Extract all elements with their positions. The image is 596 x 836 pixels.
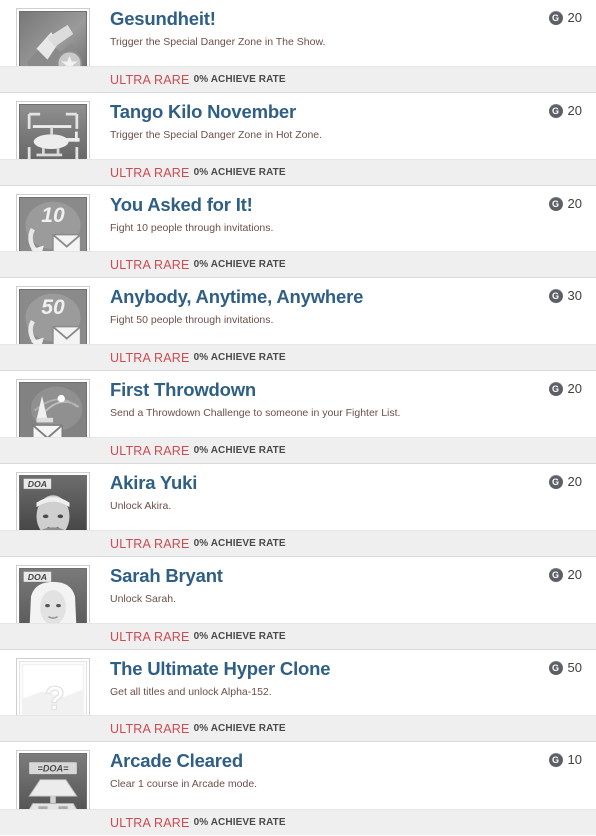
gamerscore-value: 20 [567,381,582,397]
achievement-title[interactable]: The Ultimate Hyper Clone [110,658,331,680]
gamerscore-value: 20 [567,102,582,118]
achievement-description: Trigger the Special Danger Zone in The S… [110,36,326,48]
achievement-description: Clear 1 course in Arcade mode. [110,778,258,791]
gamerscore: G 20 [548,566,582,582]
gamerscore: G 20 [548,102,582,118]
achievement-title[interactable]: Akira Yuki [110,472,197,494]
achievement-description: Send a Throwdown Challenge to someone in… [110,407,401,420]
achievement-row[interactable]: First Throwdown Send a Throwdown Challen… [0,371,596,464]
achievement-title[interactable]: Arcade Cleared [110,750,243,772]
svg-text:DOA: DOA [28,572,47,582]
gamerscore-g-icon: G [548,753,563,768]
rarity-band: ULTRA RARE 0% ACHIEVE RATE [0,809,596,836]
achievement-row[interactable]: DOA Sarah Bryant Unlock Sarah. G 20 ULTR… [0,556,596,650]
rarity-label: ULTRA RARE [110,165,190,180]
achieve-rate: 0% ACHIEVE RATE [193,444,286,456]
achievement-row[interactable]: =DOA= Arcade Cleared Clear 1 course in A… [0,742,596,836]
gamerscore-g-icon: G [548,382,563,397]
gamerscore-g-icon: G [548,660,563,675]
gamerscore-value: 50 [567,659,582,675]
achievement-description: Trigger the Special Danger Zone in Hot Z… [110,128,323,141]
rarity-label: ULTRA RARE [110,536,190,551]
gamerscore: G 20 [548,473,582,489]
gamerscore: G 30 [548,288,582,304]
rarity-band: ULTRA RARE 0% ACHIEVE RATE [0,715,596,742]
achievement-row[interactable]: Tango Kilo November Trigger the Special … [0,92,596,186]
achievement-title[interactable]: Tango Kilo November [110,101,296,123]
rarity-label: ULTRA RARE [110,722,190,737]
gamerscore-g-icon: G [548,289,563,304]
gamerscore: G 20 [548,10,582,25]
gamerscore-g-icon: G [548,11,563,25]
achievement-description: Unlock Sarah. [110,592,176,605]
rarity-band: ULTRA RARE 0% ACHIEVE RATE [0,65,596,92]
gamerscore-g-icon: G [548,474,563,489]
achievement-title[interactable]: Sarah Bryant [110,565,223,587]
rarity-band: ULTRA RARE 0% ACHIEVE RATE [0,158,596,185]
achievement-description: Fight 10 people through invitations. [110,221,274,234]
rarity-band: ULTRA RARE 0% ACHIEVE RATE [0,436,596,463]
gamerscore: G 20 [548,381,582,397]
rarity-label: ULTRA RARE [110,351,190,366]
achievement-title[interactable]: First Throwdown [110,379,256,401]
achievement-row[interactable]: DOA Akira Yuki Unlock Akira. G 20 ULTRA … [0,463,596,557]
rarity-band: ULTRA RARE 0% ACHIEVE RATE [0,344,596,371]
rarity-band: ULTRA RARE 0% ACHIEVE RATE [0,251,596,278]
rarity-band: ULTRA RARE 0% ACHIEVE RATE [0,529,596,556]
achievement-description: Fight 50 people through invitations. [110,314,274,327]
gamerscore-g-icon: G [548,103,563,118]
svg-text:?: ? [45,679,65,716]
achieve-rate: 0% ACHIEVE RATE [193,630,286,642]
achievement-row[interactable]: Gesundheit! Trigger the Special Danger Z… [0,0,596,93]
gamerscore: G 10 [548,752,582,768]
rarity-label: ULTRA RARE [110,816,190,831]
gamerscore-g-icon: G [548,567,563,582]
achievement-description: Unlock Akira. [110,499,172,512]
gamerscore: G 20 [548,195,582,211]
achievement-description: Get all titles and unlock Alpha-152. [110,685,272,698]
svg-text:DOA: DOA [28,479,47,489]
achievement-row[interactable]: ? The Ultimate Hyper Clone Get all title… [0,649,596,743]
achieve-rate: 0% ACHIEVE RATE [193,259,286,271]
gamerscore: G 50 [548,659,582,675]
achievement-title[interactable]: You Asked for It! [110,194,253,216]
rarity-band: ULTRA RARE 0% ACHIEVE RATE [0,622,596,649]
achieve-rate: 0% ACHIEVE RATE [193,537,286,549]
rarity-label: ULTRA RARE [110,72,190,87]
achieve-rate: 0% ACHIEVE RATE [193,723,286,735]
achievement-row[interactable]: 50 Anybody, Anytime, Anywhere Fight 50 p… [0,278,596,372]
achieve-rate: 0% ACHIEVE RATE [193,166,286,178]
gamerscore-value: 10 [567,752,582,768]
gamerscore-value: 20 [567,566,582,582]
rarity-label: ULTRA RARE [110,258,190,273]
gamerscore-value: 20 [567,10,582,25]
achievement-row[interactable]: 10 You Asked for It! Fight 10 people thr… [0,185,596,279]
gamerscore-g-icon: G [548,196,563,211]
svg-text:=DOA=: =DOA= [37,764,69,774]
achievement-title[interactable]: Anybody, Anytime, Anywhere [110,286,363,308]
achieve-rate: 0% ACHIEVE RATE [193,352,286,364]
rarity-label: ULTRA RARE [110,629,190,644]
svg-text:50: 50 [41,296,65,319]
achievement-title[interactable]: Gesundheit! [110,8,216,30]
gamerscore-value: 30 [567,288,582,304]
svg-text:10: 10 [41,203,65,226]
gamerscore-value: 20 [567,473,582,489]
achievement-list: Gesundheit! Trigger the Special Danger Z… [0,0,596,836]
rarity-label: ULTRA RARE [110,443,190,458]
achieve-rate: 0% ACHIEVE RATE [193,73,286,85]
gamerscore-value: 20 [567,195,582,211]
achieve-rate: 0% ACHIEVE RATE [193,817,286,829]
